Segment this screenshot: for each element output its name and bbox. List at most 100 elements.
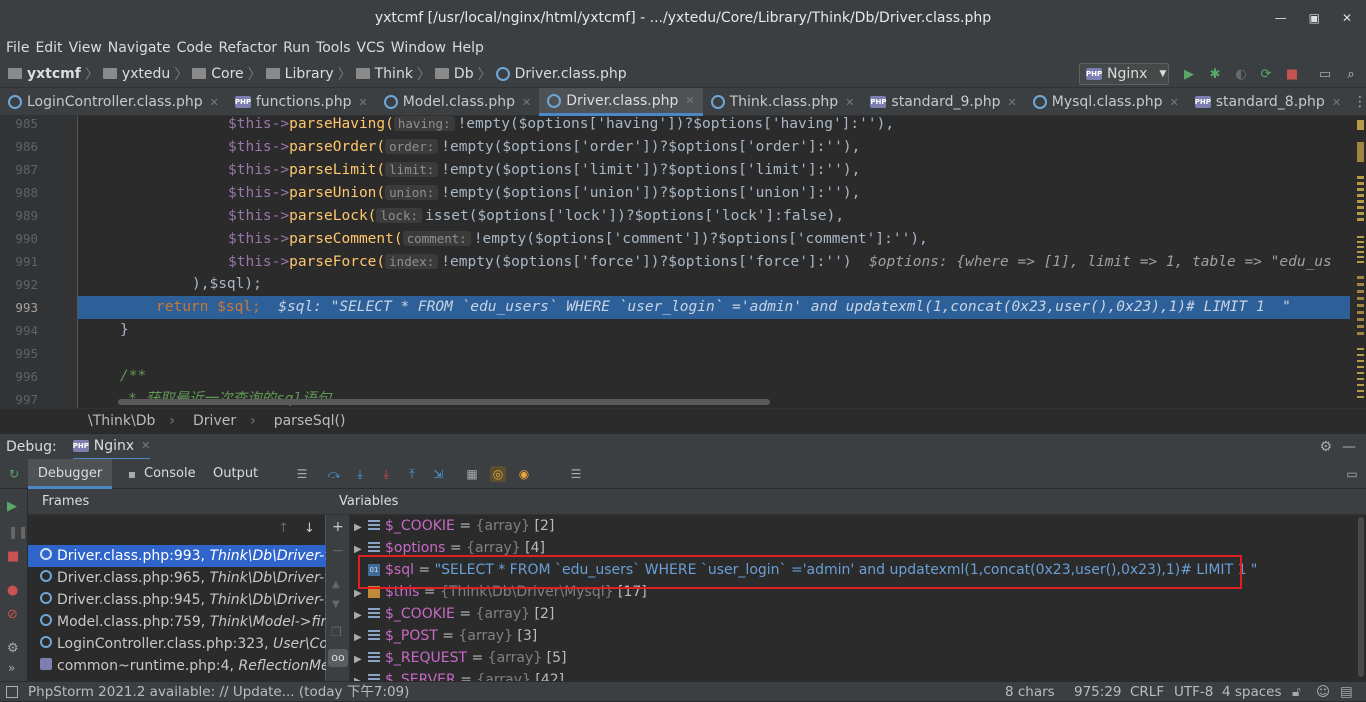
breadcrumb-project[interactable]: yxtcmf (8, 66, 81, 82)
search-icon[interactable]: ⌕ (1343, 66, 1359, 82)
layout-icon[interactable]: ▭ (1317, 66, 1333, 82)
frame-item[interactable]: Driver.class.php:945, Think\Db\Driver->s… (28, 589, 326, 611)
frame-item[interactable]: common~runtime.php:4, ReflectionMethod->… (28, 655, 326, 677)
menu-code[interactable]: Code (177, 40, 213, 56)
breadcrumb-think[interactable]: Think (355, 66, 413, 82)
expand-arrow-icon[interactable]: ▶ (354, 605, 368, 627)
frame-item[interactable]: Driver.class.php:993, Think\Db\Driver->p… (28, 545, 326, 567)
variable-row[interactable]: ▶ $_COOKIE = {array} [2] (354, 515, 554, 537)
update-notification[interactable]: PhpStorm 2021.2 available: // Update... … (28, 682, 409, 702)
menu-tools[interactable]: Tools (316, 40, 351, 56)
settings-gear-icon[interactable]: ⚙ (7, 641, 19, 656)
menu-help[interactable]: Help (452, 40, 484, 56)
vertical-scrollbar-markers[interactable] (1355, 116, 1366, 406)
tab-mysql[interactable]: Mysql.class.php ✕ (1025, 88, 1187, 116)
menu-vcs[interactable]: VCS (357, 40, 385, 56)
coverage-icon[interactable]: ◐ (1233, 66, 1249, 82)
expand-arrow-icon[interactable]: ▶ (354, 627, 368, 649)
breadcrumb-file[interactable]: Driver.class.php (495, 66, 627, 82)
evaluate-expression-icon[interactable]: ▦ (464, 466, 480, 482)
frame-item[interactable]: LoginController.class.php:323, User\Cont… (28, 633, 326, 655)
expand-arrow-icon[interactable]: ▶ (354, 649, 368, 671)
restore-layout-icon[interactable]: ▭ (1344, 466, 1360, 482)
move-down-icon[interactable]: ▼ (332, 599, 340, 610)
close-icon[interactable]: ✕ (1332, 96, 1341, 109)
event-log-icon[interactable]: ▤ (1340, 682, 1353, 702)
tab-overflow-icon[interactable]: ⋮≡ (1349, 88, 1366, 116)
inspector-icon[interactable]: ☺ (1316, 682, 1330, 702)
menu-file[interactable]: File (6, 40, 29, 56)
close-icon[interactable]: ✕ (1342, 11, 1352, 25)
close-icon[interactable]: ✕ (1008, 96, 1017, 109)
file-encoding[interactable]: UTF-8 (1174, 682, 1213, 702)
breadcrumb-db[interactable]: Db (434, 66, 474, 82)
arrow-up-icon[interactable]: ↑ (278, 521, 289, 536)
tab-standard-9[interactable]: PHP standard_9.php ✕ (862, 88, 1024, 116)
tab-functions[interactable]: PHP functions.php ✕ (227, 88, 376, 116)
breadcrumb-method[interactable]: parseSql() (274, 413, 346, 429)
remove-icon[interactable]: − (332, 543, 344, 559)
hide-icon[interactable]: — (1342, 439, 1356, 455)
tab-driver[interactable]: Driver.class.php ✕ (539, 88, 703, 116)
step-into-icon[interactable]: ⤓ (352, 466, 368, 482)
menu-window[interactable]: Window (391, 40, 446, 56)
close-icon[interactable]: ✕ (522, 96, 531, 109)
add-icon[interactable]: + (332, 519, 344, 535)
resume-icon[interactable]: ▶ (7, 499, 17, 514)
breadcrumb-yxtedu[interactable]: yxtedu (102, 66, 170, 82)
watch-icon[interactable]: ◉ (516, 466, 532, 482)
arrow-down-icon[interactable]: ↓ (304, 521, 315, 536)
settings-gear-icon[interactable]: ⚙ (1319, 439, 1332, 455)
debug-session-tab[interactable]: PHP Nginx ✕ (72, 434, 151, 460)
maximize-icon[interactable]: ▣ (1309, 11, 1320, 25)
show-execution-point-icon[interactable]: ☰ (294, 466, 310, 482)
breadcrumb-namespace[interactable]: \Think\Db (88, 413, 155, 429)
tab-debugger[interactable]: Debugger (28, 459, 112, 489)
stop-icon[interactable]: ■ (1284, 66, 1300, 82)
vertical-scrollbar[interactable] (1358, 517, 1364, 677)
expand-arrow-icon[interactable]: ▶ (354, 671, 368, 681)
menu-edit[interactable]: Edit (35, 40, 62, 56)
copy-icon[interactable]: ❐ (331, 625, 342, 639)
break-on-first-line-icon[interactable]: ◎ (490, 466, 506, 482)
pause-icon[interactable]: ❚❚ (8, 525, 28, 539)
menu-run[interactable]: Run (283, 40, 310, 56)
run-icon[interactable]: ▶ (1181, 66, 1197, 82)
menu-refactor[interactable]: Refactor (218, 40, 277, 56)
lock-icon[interactable]: 🔓︎ (1292, 682, 1301, 702)
tab-model[interactable]: Model.class.php ✕ (376, 88, 540, 116)
tool-windows-icon[interactable] (6, 686, 18, 698)
view-breakpoints-icon[interactable]: ● (7, 583, 18, 598)
tab-logincontroller[interactable]: LoginController.class.php ✕ (0, 88, 227, 116)
variable-row[interactable]: ▶ $_REQUEST = {array} [5] (354, 647, 566, 669)
horizontal-scrollbar[interactable] (118, 399, 770, 405)
rerun-icon[interactable]: ↻ (6, 466, 22, 482)
breadcrumb-core[interactable]: Core (192, 66, 244, 82)
code-editor[interactable]: 985 986 987 988 989 990 991 992 993 994 … (0, 116, 1366, 408)
indent-setting[interactable]: 4 spaces (1222, 682, 1282, 702)
expand-arrow-icon[interactable]: ▶ (354, 517, 368, 539)
close-icon[interactable]: ✕ (685, 94, 694, 107)
line-separator[interactable]: CRLF (1130, 682, 1164, 702)
debug-icon[interactable]: ✱ (1207, 66, 1223, 82)
step-out-icon[interactable]: ⤒ (404, 466, 420, 482)
run-to-cursor-icon[interactable]: ⇲ (430, 466, 446, 482)
tab-output[interactable]: Output (213, 459, 258, 489)
menu-view[interactable]: View (69, 40, 102, 56)
stop-icon[interactable]: ■ (7, 549, 19, 564)
frame-item[interactable]: Driver.class.php:965, Think\Db\Driver->b… (28, 567, 326, 589)
frame-item[interactable]: Model.class.php:759, Think\Model->find() (28, 611, 326, 633)
tab-console[interactable]: Console (144, 459, 196, 489)
close-icon[interactable]: ✕ (845, 96, 854, 109)
variable-row[interactable]: ▶ $_COOKIE = {array} [2] (354, 603, 554, 625)
tab-standard-8[interactable]: PHP standard_8.php ✕ (1187, 88, 1349, 116)
close-icon[interactable]: ✕ (141, 439, 150, 452)
breadcrumb-class[interactable]: Driver (193, 413, 236, 429)
minimize-icon[interactable]: — (1275, 11, 1287, 25)
caret-position[interactable]: 975:29 (1074, 682, 1122, 702)
show-watches-icon[interactable]: oo (328, 649, 348, 667)
run-config-select[interactable]: PHP Nginx ▼ (1079, 63, 1169, 85)
tab-think[interactable]: Think.class.php ✕ (703, 88, 863, 116)
more-icon[interactable]: » (8, 661, 15, 675)
variable-row[interactable]: ▶$_SERVER = {array} [42] (354, 669, 564, 681)
